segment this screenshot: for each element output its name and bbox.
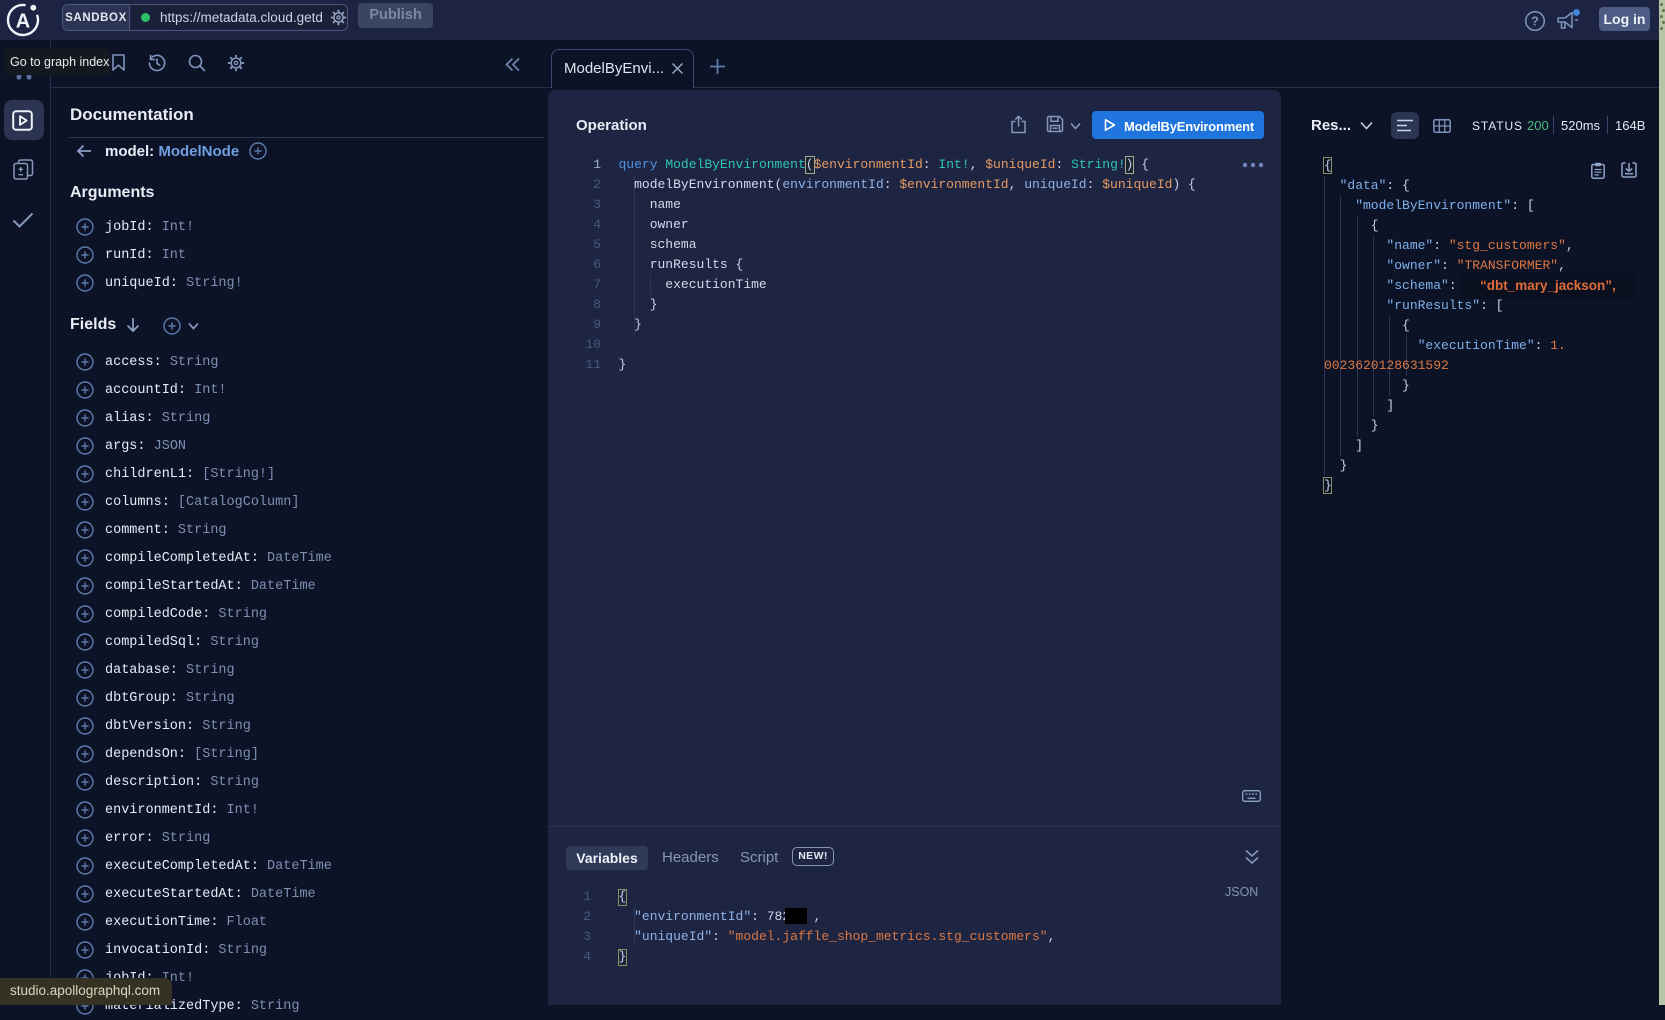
svg-text:A: A xyxy=(16,11,30,33)
svg-text:?: ? xyxy=(1531,15,1539,29)
